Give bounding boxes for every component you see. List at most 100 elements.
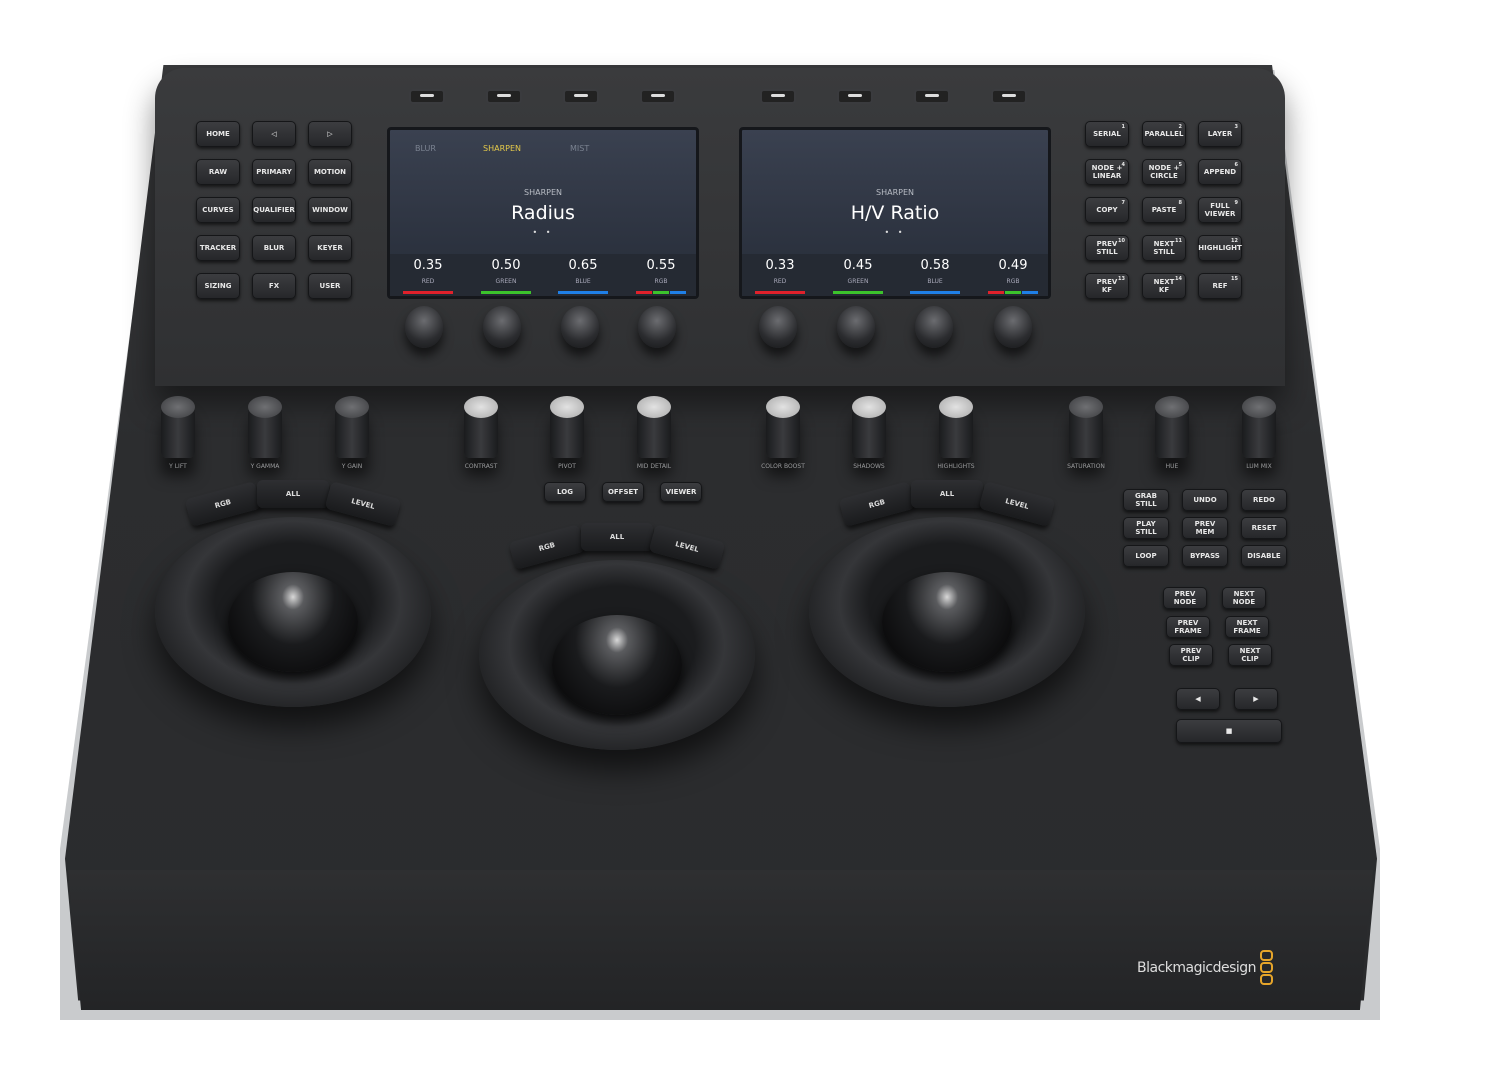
reset-button[interactable]: RESET [1241, 517, 1287, 539]
prev-kf-button[interactable]: PREV KF 13 [1085, 273, 1129, 299]
knob-saturation[interactable] [1069, 396, 1103, 458]
soft-key[interactable] [837, 89, 873, 104]
sizing-button[interactable]: SIZING [196, 273, 240, 299]
screen-subtitle: SHARPEN [524, 188, 562, 197]
copy-button[interactable]: COPY 7 [1085, 197, 1129, 223]
prev-mem-button[interactable]: PREV MEM [1182, 517, 1228, 539]
param-value: 0.45 [843, 258, 873, 273]
knob-highlights[interactable] [939, 396, 973, 458]
knob-lum-mix[interactable] [1242, 396, 1276, 458]
soft-key[interactable] [563, 89, 599, 104]
rotary-knob[interactable] [483, 306, 521, 348]
prev-still-button[interactable]: PREV STILL 10 [1085, 235, 1129, 261]
log-button[interactable]: LOG [544, 482, 586, 502]
window-button[interactable]: WINDOW [308, 197, 352, 223]
rotary-knob[interactable] [405, 306, 443, 348]
layer-button[interactable]: LAYER 3 [1198, 121, 1242, 147]
knob-y-gain[interactable] [335, 396, 369, 458]
knob-pivot[interactable] [550, 396, 584, 458]
rgb-bar [1005, 291, 1021, 294]
home-button[interactable]: HOME [196, 121, 240, 147]
knob-hue[interactable] [1155, 396, 1189, 458]
knob-mid-detail[interactable] [637, 396, 671, 458]
primary-button[interactable]: PRIMARY [252, 159, 296, 185]
prev-button[interactable]: ◁ [252, 121, 296, 147]
rotary-knob[interactable] [638, 306, 676, 348]
screen-tab-blur[interactable]: BLUR [415, 144, 436, 153]
left-all-button[interactable]: ALL [257, 480, 329, 508]
fx-button[interactable]: FX [252, 273, 296, 299]
next-kf-button[interactable]: NEXT KF 14 [1142, 273, 1186, 299]
next-frame-button[interactable]: NEXT FRAME [1225, 616, 1269, 638]
motion-button[interactable]: MOTION [308, 159, 352, 185]
trackball-left[interactable] [228, 572, 358, 672]
viewer-button[interactable]: VIEWER [660, 482, 702, 502]
prev-clip-button[interactable]: PREV CLIP [1169, 644, 1213, 666]
rgb-bar [988, 291, 1004, 294]
param-value: 0.35 [413, 258, 443, 273]
append-button[interactable]: APPEND 6 [1198, 159, 1242, 185]
next-clip-button[interactable]: NEXT CLIP [1228, 644, 1272, 666]
redo-button[interactable]: REDO [1241, 489, 1287, 511]
rotary-knob[interactable] [759, 306, 797, 348]
param-value: 0.55 [646, 258, 676, 273]
user-button[interactable]: USER [308, 273, 352, 299]
trackball-right[interactable] [882, 572, 1012, 672]
prev-node-button[interactable]: PREV NODE [1163, 587, 1207, 609]
knob-y-lift[interactable] [161, 396, 195, 458]
channel-bar-red [403, 291, 453, 294]
raw-button[interactable]: RAW [196, 159, 240, 185]
soft-key[interactable] [914, 89, 950, 104]
ref-button[interactable]: REF 15 [1198, 273, 1242, 299]
qualifier-button[interactable]: QUALIFIER [252, 197, 296, 223]
screen-tab-sharpen[interactable]: SHARPEN [483, 144, 521, 153]
rotary-knob[interactable] [915, 306, 953, 348]
node-circle-button[interactable]: NODE + CIRCLE 5 [1142, 159, 1186, 185]
undo-button[interactable]: UNDO [1182, 489, 1228, 511]
screen-tab-mist[interactable]: MIST [570, 144, 589, 153]
tracker-button[interactable]: TRACKER [196, 235, 240, 261]
prev-frame-button[interactable]: PREV FRAME [1166, 616, 1210, 638]
disable-button[interactable]: DISABLE [1241, 545, 1287, 567]
soft-key[interactable] [486, 89, 522, 104]
reverse-play-button[interactable]: ◀ [1176, 688, 1220, 710]
next-still-button[interactable]: NEXT STILL 11 [1142, 235, 1186, 261]
keyer-button[interactable]: KEYER [308, 235, 352, 261]
rotary-knob[interactable] [994, 306, 1032, 348]
rotary-knob[interactable] [837, 306, 875, 348]
paste-button[interactable]: PASTE 8 [1142, 197, 1186, 223]
parallel-button[interactable]: PARALLEL 2 [1142, 121, 1186, 147]
soft-key[interactable] [640, 89, 676, 104]
full-viewer-button[interactable]: FULL VIEWER 9 [1198, 197, 1242, 223]
knob-label-pivot: PIVOT [558, 463, 576, 470]
play-still-button[interactable]: PLAY STILL [1123, 517, 1169, 539]
soft-key[interactable] [991, 89, 1027, 104]
bypass-button[interactable]: BYPASS [1182, 545, 1228, 567]
soft-key[interactable] [760, 89, 796, 104]
loop-button[interactable]: LOOP [1123, 545, 1169, 567]
next-button[interactable]: ▷ [308, 121, 352, 147]
knob-contrast[interactable] [464, 396, 498, 458]
highlight-button[interactable]: HIGHLIGHT 12 [1198, 235, 1242, 261]
trackball-center[interactable] [552, 615, 682, 715]
stop-button[interactable]: ■ [1176, 719, 1282, 743]
next-node-button[interactable]: NEXT NODE [1222, 587, 1266, 609]
offset-button[interactable]: OFFSET [602, 482, 644, 502]
knob-y-gamma[interactable] [248, 396, 282, 458]
serial-button[interactable]: SERIAL 1 [1085, 121, 1129, 147]
button-number: 4 [1121, 162, 1125, 168]
soft-key[interactable] [409, 89, 445, 104]
forward-play-button[interactable]: ▶ [1234, 688, 1278, 710]
grab-still-button[interactable]: GRAB STILL [1123, 489, 1169, 511]
knob-color-boost[interactable] [766, 396, 800, 458]
curves-button[interactable]: CURVES [196, 197, 240, 223]
rotary-knob[interactable] [561, 306, 599, 348]
button-number: 13 [1118, 276, 1125, 282]
center-all-button[interactable]: ALL [581, 523, 653, 551]
blur-button[interactable]: BLUR [252, 235, 296, 261]
param-value: 0.65 [568, 258, 598, 273]
knob-shadows[interactable] [852, 396, 886, 458]
button-number: 11 [1175, 238, 1182, 244]
right-all-button[interactable]: ALL [911, 480, 983, 508]
node-linear-button[interactable]: NODE + LINEAR 4 [1085, 159, 1129, 185]
